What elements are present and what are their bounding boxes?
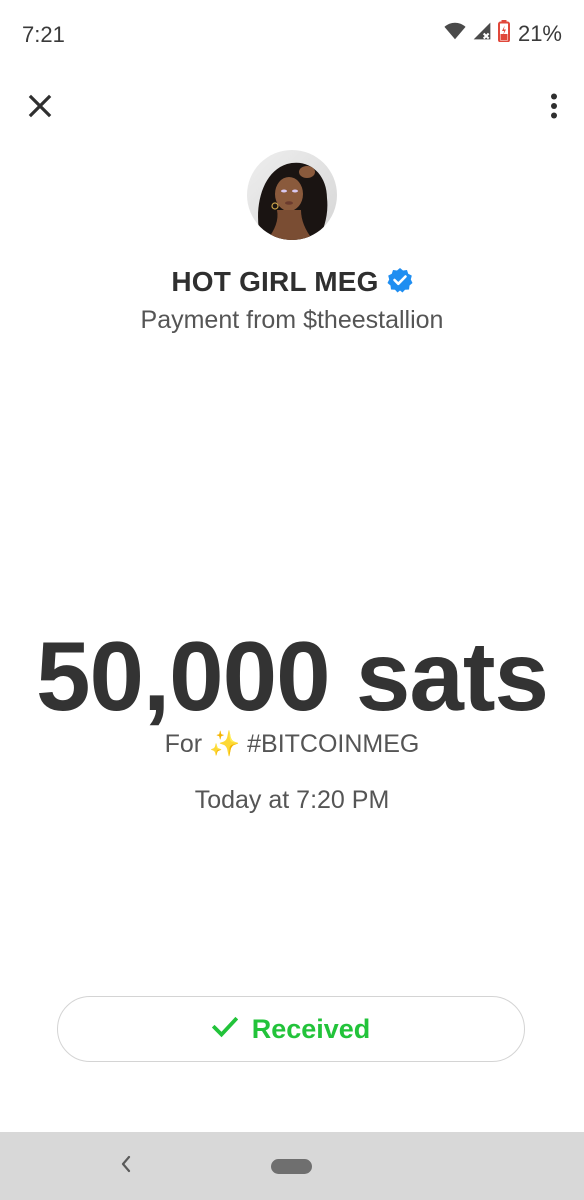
close-icon <box>28 94 52 123</box>
payment-amount: 50,000 sats <box>35 621 549 731</box>
wifi-icon <box>444 20 466 47</box>
battery-percent: 21% <box>517 20 562 46</box>
system-nav-bar <box>0 1132 584 1200</box>
payment-subtitle: Payment from $theestallion <box>140 306 444 334</box>
received-status-button[interactable]: Received <box>57 996 525 1062</box>
battery-icon <box>497 20 510 47</box>
sender-name: HOT GIRL MEG <box>171 266 379 297</box>
payment-memo: For ✨ #BITCOINMEG <box>164 730 420 758</box>
close-button[interactable] <box>24 92 56 124</box>
sender-name-row: HOT GIRL MEG <box>0 266 584 298</box>
payment-timestamp: Today at 7:20 PM <box>194 786 390 814</box>
received-label: Received <box>251 1013 371 1044</box>
status-icons: 21% <box>444 20 562 47</box>
status-time: 7:21 <box>22 22 65 47</box>
cell-signal-icon <box>472 21 492 46</box>
status-bar: 7:21 21% <box>0 0 584 72</box>
back-button[interactable] <box>114 1152 138 1180</box>
verified-badge-icon <box>387 267 413 298</box>
home-pill-icon[interactable] <box>271 1159 312 1174</box>
back-chevron-icon <box>120 1155 132 1178</box>
more-vertical-icon <box>550 93 558 124</box>
checkmark-icon <box>211 1016 238 1043</box>
avatar[interactable] <box>247 150 337 240</box>
more-options-button[interactable] <box>544 92 564 124</box>
